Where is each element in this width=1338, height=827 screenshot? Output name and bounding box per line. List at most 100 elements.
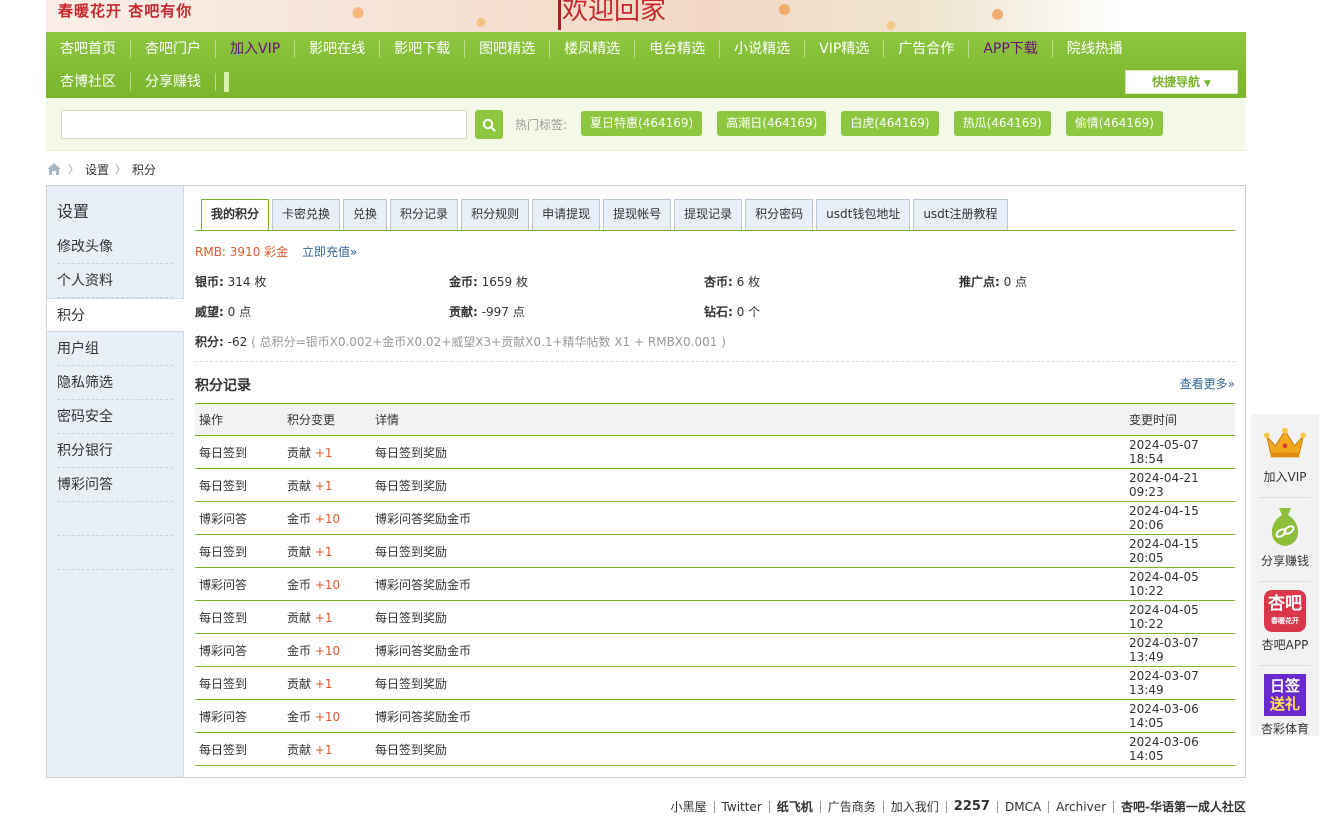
nav-item-community[interactable]: 杏博社区 xyxy=(46,72,131,91)
tab-card-redeem[interactable]: 卡密兑换 xyxy=(272,199,341,230)
stat-label: 杏币: xyxy=(704,275,733,289)
record-detail: 每日签到奖励 xyxy=(371,666,1125,700)
footer-link-twitter[interactable]: Twitter xyxy=(715,801,770,813)
record-change-type: 贡献 xyxy=(287,610,312,625)
record-change: 金币 +10 xyxy=(283,567,371,601)
table-row: 每日签到 贡献 +1 每日签到奖励 2024-03-07 13:49 xyxy=(195,666,1235,700)
nav-item-pictures[interactable]: 图吧精选 xyxy=(465,39,551,58)
record-change-type: 贡献 xyxy=(287,544,312,559)
sidebar-item-password[interactable]: 密码安全 xyxy=(57,400,173,434)
footer-link-blacklist[interactable]: 小黑屋 xyxy=(664,801,715,813)
breadcrumb-current: 积分 xyxy=(132,162,157,177)
nav-row-primary: 杏吧首页 杏吧门户 加入VIP 影吧在线 影吧下载 图吧精选 楼凤精选 电台精选… xyxy=(46,32,1137,65)
stat-value: 0 点 xyxy=(227,305,252,319)
float-join-vip[interactable]: 加入VIP xyxy=(1259,414,1311,498)
record-operation: 博彩问答 xyxy=(195,633,283,667)
recharge-link[interactable]: 立即充值» xyxy=(302,245,357,259)
hot-tag[interactable]: 夏日特惠(464169) xyxy=(581,111,703,136)
hot-tags: 夏日特惠(464169) 高潮日(464169) 白虎(464169) 热瓜(4… xyxy=(581,111,1178,136)
stat-label: 推广点: xyxy=(959,275,1000,289)
footer-link-ad-business[interactable]: 广告商务 xyxy=(821,801,884,813)
sidebar-item-betting-qa[interactable]: 博彩问答 xyxy=(57,468,173,502)
sidebar-item-avatar[interactable]: 修改头像 xyxy=(57,230,173,264)
record-change-delta: +10 xyxy=(314,643,341,658)
nav-item-video-download[interactable]: 影吧下载 xyxy=(380,39,466,58)
record-change: 贡献 +1 xyxy=(283,600,371,634)
nav-item-join-vip[interactable]: 加入VIP xyxy=(216,39,296,58)
table-row: 每日签到 贡献 +1 每日签到奖励 2024-03-06 14:05 xyxy=(195,732,1235,766)
nav-item-app-download[interactable]: APP下载 xyxy=(969,39,1053,58)
tab-credit-password[interactable]: 积分密码 xyxy=(745,199,814,230)
record-change-type: 贡献 xyxy=(287,676,312,691)
footer-site-name[interactable]: 杏吧-华语第一成人社区 xyxy=(1114,801,1246,813)
nav-item-radio[interactable]: 电台精选 xyxy=(635,39,721,58)
record-operation: 博彩问答 xyxy=(195,567,283,601)
sidebar-item-credit-bank[interactable]: 积分银行 xyxy=(57,434,173,468)
stat-value: 0 点 xyxy=(1003,275,1028,289)
float-app[interactable]: 杏吧 春暖花开 杏吧APP xyxy=(1259,582,1311,666)
sidebar-item-privacy[interactable]: 隐私筛选 xyxy=(57,366,173,400)
record-change: 金币 +10 xyxy=(283,501,371,535)
tab-usdt-guide[interactable]: usdt注册教程 xyxy=(913,199,1008,230)
nav-item-cinema[interactable]: 院线热播 xyxy=(1053,40,1137,58)
tab-withdraw-request[interactable]: 申请提现 xyxy=(532,199,601,230)
tab-credit-rules[interactable]: 积分规则 xyxy=(461,199,530,230)
stat-value: 6 枚 xyxy=(736,275,761,289)
footer-link-2257[interactable]: 2257 xyxy=(947,800,998,813)
record-operation: 每日签到 xyxy=(195,435,283,469)
tab-withdraw-log[interactable]: 提现记录 xyxy=(674,199,743,230)
hot-tag[interactable]: 偷情(464169) xyxy=(1065,111,1163,136)
stat-label: 威望: xyxy=(195,305,224,319)
nav-item-home[interactable]: 杏吧首页 xyxy=(46,39,131,58)
record-detail: 每日签到奖励 xyxy=(371,600,1125,634)
float-share-earn[interactable]: 分享赚钱 xyxy=(1259,498,1311,582)
footer-link-join-us[interactable]: 加入我们 xyxy=(884,801,947,813)
stat-label: 贡献: xyxy=(449,305,478,319)
footer-link-archiver[interactable]: Archiver xyxy=(1049,801,1115,813)
nav-item-video-online[interactable]: 影吧在线 xyxy=(295,39,381,58)
search-button[interactable] xyxy=(475,110,503,139)
sidebar-item-credits[interactable]: 积分 xyxy=(47,298,184,332)
hot-tag[interactable]: 白虎(464169) xyxy=(841,111,939,136)
tab-withdraw-account[interactable]: 提现帐号 xyxy=(603,199,672,230)
record-detail: 每日签到奖励 xyxy=(371,468,1125,502)
nav-item-ads[interactable]: 广告合作 xyxy=(884,39,970,58)
sidebar-item-profile[interactable]: 个人资料 xyxy=(57,264,173,298)
breadcrumb-settings[interactable]: 设置 xyxy=(85,161,109,178)
hot-tags-label: 热门标签: xyxy=(515,118,568,132)
breadcrumb-separator: 〉 xyxy=(115,163,127,176)
hot-tag[interactable]: 高潮日(464169) xyxy=(717,111,827,136)
col-detail: 详情 xyxy=(371,403,1125,436)
nav-item-share-earn[interactable]: 分享赚钱 xyxy=(131,72,216,91)
search-input[interactable] xyxy=(61,110,467,139)
table-row: 每日签到 贡献 +1 每日签到奖励 2024-04-15 20:05 xyxy=(195,534,1235,568)
nav-item-portal[interactable]: 杏吧门户 xyxy=(131,39,216,58)
view-more-link[interactable]: 查看更多» xyxy=(1180,375,1235,392)
record-time: 2024-05-07 18:54 xyxy=(1125,435,1235,469)
record-change: 贡献 +1 xyxy=(283,666,371,700)
float-sports[interactable]: 日签 送礼 杏彩体育 xyxy=(1259,666,1311,750)
hot-tag[interactable]: 热瓜(464169) xyxy=(953,111,1051,136)
tab-usdt-wallet[interactable]: usdt钱包地址 xyxy=(816,199,911,230)
nav-item-novels[interactable]: 小说精选 xyxy=(720,39,806,58)
tab-my-credits[interactable]: 我的积分 xyxy=(201,199,270,231)
search-bar: 热门标签: 夏日特惠(464169) 高潮日(464169) 白虎(464169… xyxy=(46,98,1246,151)
sidebar-item-usergroup[interactable]: 用户组 xyxy=(57,332,173,366)
floating-sidebar: 加入VIP 分享赚钱 杏吧 春暖花开 杏吧APP 日签 送礼 杏彩体育 xyxy=(1251,414,1319,736)
record-operation: 每日签到 xyxy=(195,468,283,502)
record-change-type: 贡献 xyxy=(287,445,312,460)
footer-link-telegram[interactable]: 纸飞机 xyxy=(770,801,821,813)
tab-exchange[interactable]: 兑换 xyxy=(343,199,388,230)
float-label: 分享赚钱 xyxy=(1260,554,1309,568)
nav-item-vip-picks[interactable]: VIP精选 xyxy=(805,39,885,58)
quick-nav-button[interactable]: 快捷导航 ▼ xyxy=(1125,70,1238,94)
record-change: 贡献 +1 xyxy=(283,534,371,568)
daily-gift-icon: 日签 送礼 xyxy=(1263,674,1307,716)
home-icon[interactable] xyxy=(46,162,62,176)
tab-credit-log[interactable]: 积分记录 xyxy=(390,199,459,230)
nav-item-loufeng[interactable]: 楼凤精选 xyxy=(550,39,636,58)
record-operation: 每日签到 xyxy=(195,534,283,568)
footer-link-dmca[interactable]: DMCA xyxy=(998,801,1050,813)
table-row: 博彩问答 金币 +10 博彩问答奖励金币 2024-04-05 10:22 xyxy=(195,567,1235,601)
record-time: 2024-04-15 20:06 xyxy=(1125,501,1235,535)
